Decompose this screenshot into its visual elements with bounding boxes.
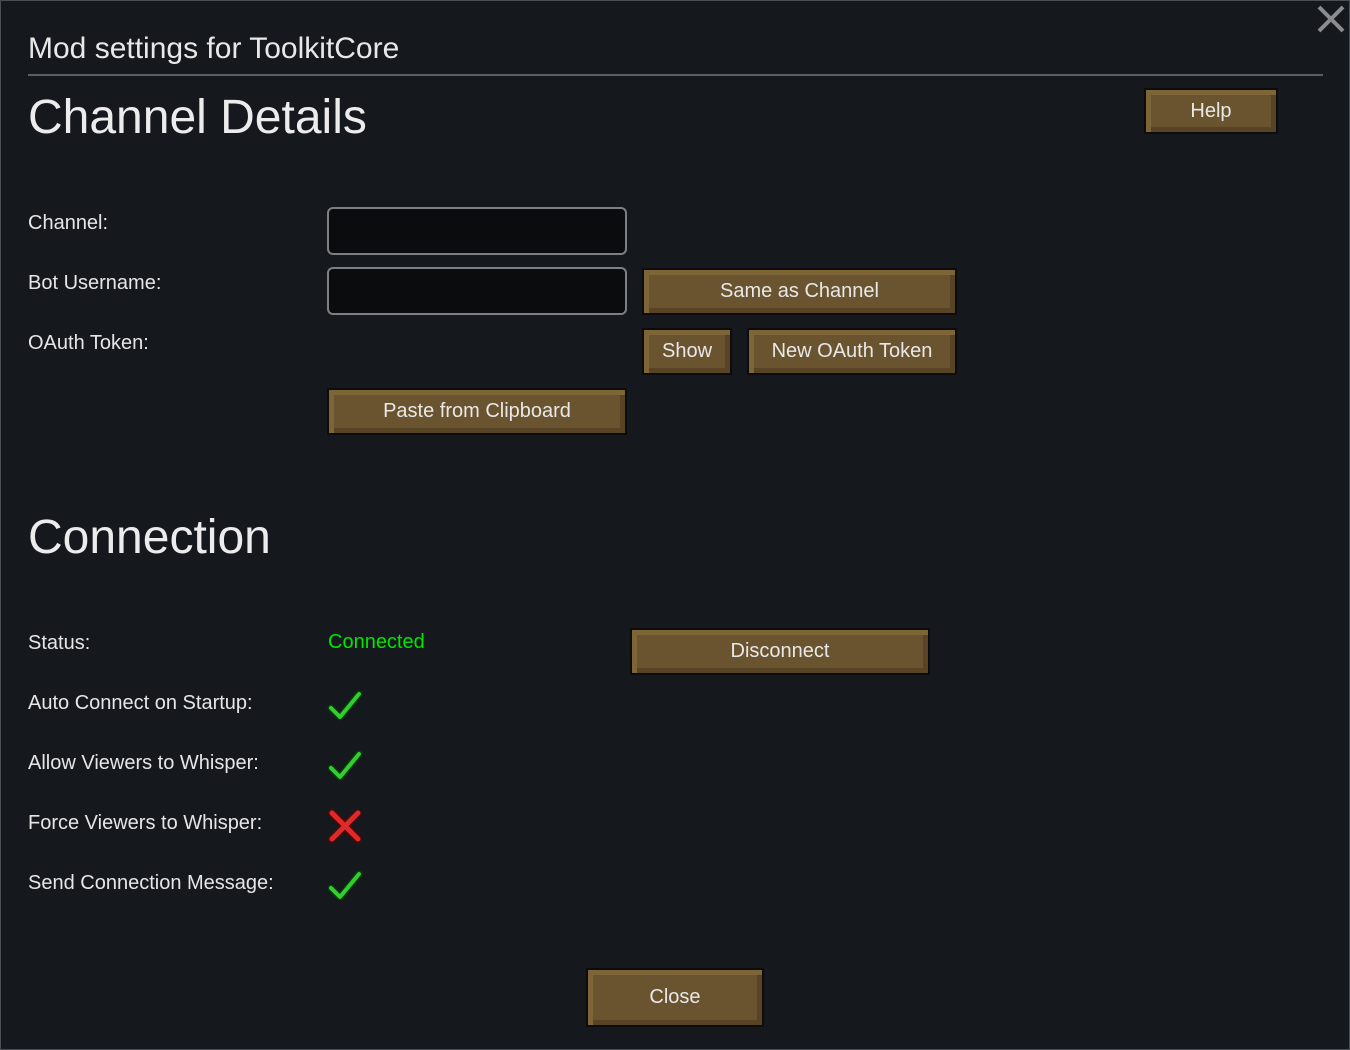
status-value: Connected: [328, 631, 425, 653]
option-label: Auto Connect on Startup:: [28, 692, 253, 714]
new-oauth-token-button[interactable]: New OAuth Token: [747, 328, 957, 375]
channel-input[interactable]: [327, 207, 627, 255]
channel-details-heading: Channel Details: [28, 91, 367, 144]
checkbox-checked-icon[interactable]: [327, 688, 363, 724]
option-label: Send Connection Message:: [28, 872, 274, 894]
bot-username-label: Bot Username:: [28, 272, 162, 294]
title-divider: [28, 74, 1323, 76]
window-title: Mod settings for ToolkitCore: [28, 32, 400, 65]
connection-heading: Connection: [28, 511, 271, 564]
checkbox-checked-icon[interactable]: [327, 868, 363, 904]
paste-from-clipboard-button[interactable]: Paste from Clipboard: [327, 388, 627, 435]
show-token-button[interactable]: Show: [642, 328, 732, 375]
close-x-icon[interactable]: [1316, 4, 1346, 34]
option-label: Force Viewers to Whisper:: [28, 812, 263, 834]
option-label: Allow Viewers to Whisper:: [28, 752, 259, 774]
disconnect-button[interactable]: Disconnect: [630, 628, 930, 675]
same-as-channel-button[interactable]: Same as Channel: [642, 268, 957, 315]
bot-username-input[interactable]: [327, 267, 627, 315]
checkbox-unchecked-cross-icon[interactable]: [327, 808, 363, 844]
help-button[interactable]: Help: [1144, 88, 1278, 134]
oauth-token-label: OAuth Token:: [28, 332, 149, 354]
channel-label: Channel:: [28, 212, 109, 234]
close-button[interactable]: Close: [586, 968, 764, 1027]
checkbox-checked-icon[interactable]: [327, 748, 363, 784]
status-label: Status:: [28, 632, 91, 654]
